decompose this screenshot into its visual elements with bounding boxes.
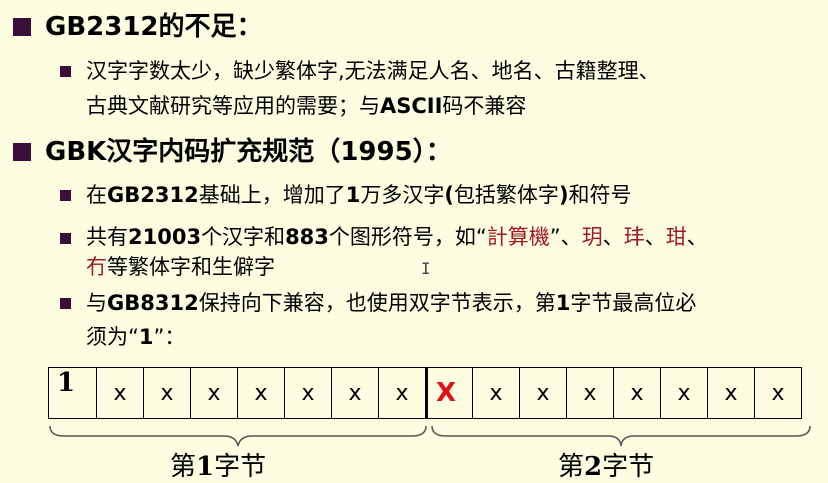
byte2-bit7: x [754, 368, 801, 418]
text-cursor-icon: I [421, 259, 431, 278]
byte1-bit6: x [331, 368, 378, 418]
byte2-label: 第2字节 [558, 452, 655, 482]
section2-item3-line2: 须为“1”： [86, 325, 186, 349]
section1-item-line1: 汉字字数太少，缺少繁体字,无法满足人名、地名、古籍整理、 [86, 59, 660, 83]
section2-item2-line1: 共有21003个汉字和883个图形符号，如“計算機”、玥、玤、玵、 [86, 225, 708, 249]
byte2-bit6: x [707, 368, 754, 418]
byte2-bit1: x [472, 368, 519, 418]
section1-heading: GB2312的不足： [45, 12, 263, 42]
item3-bullet [60, 233, 71, 244]
byte2-bit3: x [566, 368, 613, 418]
byte1-bit2: x [143, 368, 190, 418]
byte1-label: 第1字节 [170, 452, 267, 482]
section2-item1: 在GB2312基础上，增加了1万多汉字(包括繁体字)和符号 [86, 183, 632, 207]
byte2-bit5: x [660, 368, 707, 418]
example-chars: 計算機 [486, 225, 550, 249]
byte1-bit3: x [190, 368, 237, 418]
byte1-bit7: x [378, 368, 425, 418]
byte2-bit0: X [425, 368, 472, 418]
section2-heading: GBK汉字内码扩充规范（1995）： [45, 137, 452, 167]
section2-item2-line2: 冇等繁体字和生僻字 [86, 255, 275, 279]
item1-bullet [60, 66, 71, 77]
byte1-bit5: x [284, 368, 331, 418]
section2-bullet [13, 143, 31, 161]
section1-bullet [13, 18, 31, 36]
section1-item-line2: 古典文献研究等应用的需要；与ASCII码不兼容 [86, 94, 527, 118]
item4-bullet [60, 298, 71, 309]
byte1-bit0: 1 [57, 368, 76, 398]
item2-bullet [60, 190, 71, 201]
byte1-bit1: x [96, 368, 143, 418]
section2-item3-line1: 与GB8312保持向下兼容，也使用双字节表示，第1字节最高位必 [86, 291, 697, 315]
byte1-bit4: x [237, 368, 284, 418]
byte2-bit4: x [613, 368, 660, 418]
byte2-bit2: x [519, 368, 566, 418]
byte-diagram: 1 x x x x x x x X x x x x x x x [48, 367, 802, 419]
